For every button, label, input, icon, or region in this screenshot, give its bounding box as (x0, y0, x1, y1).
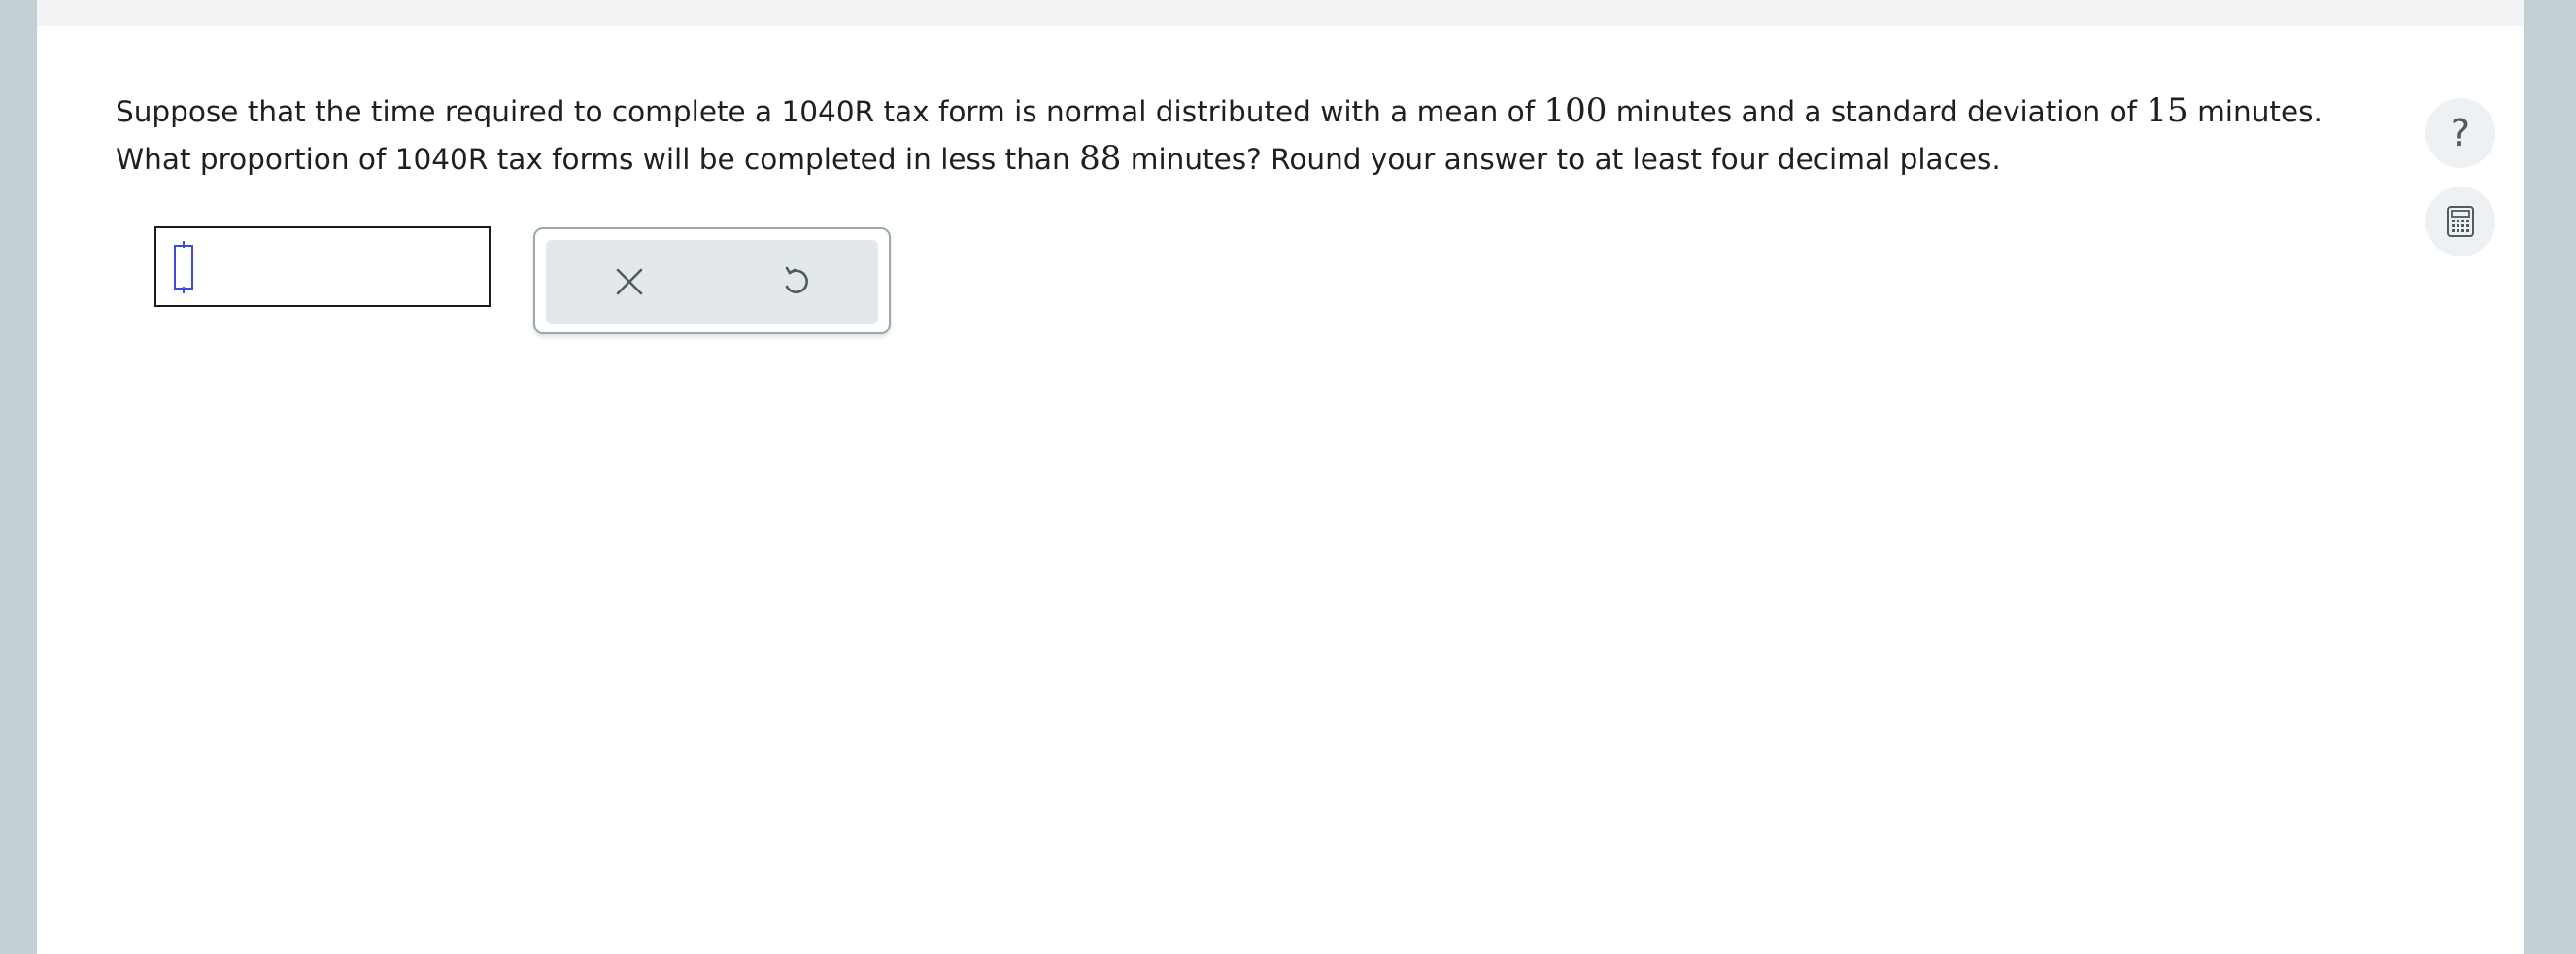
question-text: Suppose that the time required to comple… (116, 87, 2379, 183)
calculator-button[interactable] (2425, 187, 2495, 256)
threshold-value: 88 (1079, 139, 1122, 178)
toolbox-buttons (546, 240, 878, 324)
question-text-part1: Suppose that the time required to comple… (116, 95, 1544, 128)
top-bar (37, 0, 2524, 26)
calculator-icon (2447, 206, 2474, 237)
question-mark-icon: ? (2450, 112, 2471, 154)
right-frame (2524, 0, 2576, 954)
input-cursor (174, 241, 193, 293)
answer-toolbox (533, 227, 891, 334)
answer-input[interactable] (154, 226, 491, 307)
question-text-part4: minutes? Round your answer to at least f… (1121, 143, 2001, 176)
left-frame (0, 0, 37, 954)
mean-value: 100 (1543, 91, 1608, 130)
undo-button[interactable] (712, 240, 878, 324)
question-text-part2: minutes and a standard deviation of (1607, 95, 2147, 128)
help-button[interactable]: ? (2425, 98, 2495, 168)
clear-button[interactable] (546, 240, 712, 324)
sd-value: 15 (2146, 91, 2188, 130)
undo-icon (785, 266, 808, 293)
question-panel: Suppose that the time required to comple… (37, 0, 2524, 954)
close-icon (616, 268, 642, 295)
